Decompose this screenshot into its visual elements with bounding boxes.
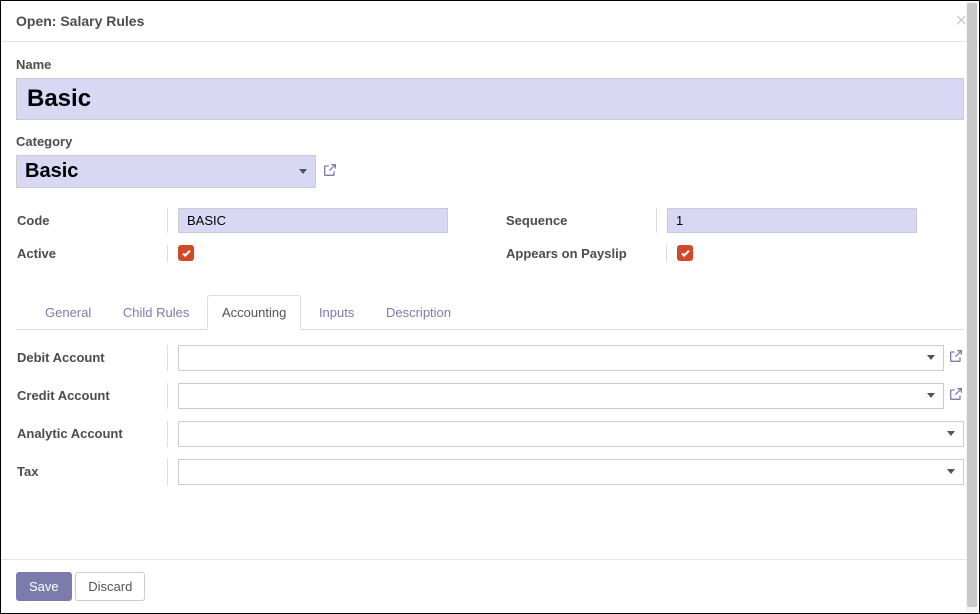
sequence-label: Sequence [506, 213, 656, 228]
external-link-icon[interactable] [948, 386, 964, 405]
chevron-down-icon [927, 393, 935, 398]
appears-label: Appears on Payslip [506, 246, 666, 261]
appears-checkbox[interactable] [677, 245, 693, 261]
category-value: Basic [25, 160, 78, 183]
code-input[interactable] [178, 208, 448, 233]
code-label: Code [17, 213, 167, 228]
code-row: Code [16, 208, 475, 233]
scrollbar-thumb[interactable] [967, 3, 977, 607]
name-input[interactable] [16, 78, 964, 120]
tabs-bar: General Child Rules Accounting Inputs De… [16, 294, 964, 330]
analytic-account-select[interactable] [178, 421, 964, 447]
external-link-icon[interactable] [948, 348, 964, 367]
sequence-row: Sequence [505, 208, 964, 233]
tab-general[interactable]: General [31, 296, 105, 329]
external-link-icon[interactable] [322, 162, 338, 181]
tab-description[interactable]: Description [372, 296, 465, 329]
appears-row: Appears on Payslip [505, 245, 964, 262]
modal-header: Open: Salary Rules × [1, 1, 979, 42]
save-button[interactable]: Save [16, 572, 72, 601]
name-label: Name [16, 57, 964, 72]
discard-button[interactable]: Discard [75, 572, 145, 601]
tax-select[interactable] [178, 459, 964, 485]
category-select[interactable]: Basic [16, 155, 316, 188]
chevron-down-icon [947, 469, 955, 474]
active-row: Active [16, 245, 475, 262]
modal-body: Name Category Basic Code Active [1, 42, 979, 552]
tab-inputs[interactable]: Inputs [305, 296, 368, 329]
tab-child-rules[interactable]: Child Rules [109, 296, 203, 329]
chevron-down-icon [299, 169, 307, 174]
modal-title: Open: Salary Rules [16, 13, 964, 29]
scrollbar[interactable] [966, 2, 978, 612]
active-checkbox[interactable] [178, 245, 194, 261]
tab-content-accounting: Debit Account Credit Account [16, 345, 964, 485]
credit-account-label: Credit Account [17, 388, 167, 403]
sequence-input[interactable] [667, 208, 917, 233]
chevron-down-icon [927, 355, 935, 360]
credit-account-select[interactable] [178, 383, 944, 409]
tab-accounting[interactable]: Accounting [207, 295, 301, 330]
category-label: Category [16, 134, 964, 149]
debit-account-select[interactable] [178, 345, 944, 371]
analytic-account-label: Analytic Account [17, 426, 167, 441]
modal-footer: Save Discard [1, 559, 979, 613]
tax-label: Tax [17, 464, 167, 479]
debit-account-label: Debit Account [17, 350, 167, 365]
active-label: Active [17, 246, 167, 261]
chevron-down-icon [947, 431, 955, 436]
